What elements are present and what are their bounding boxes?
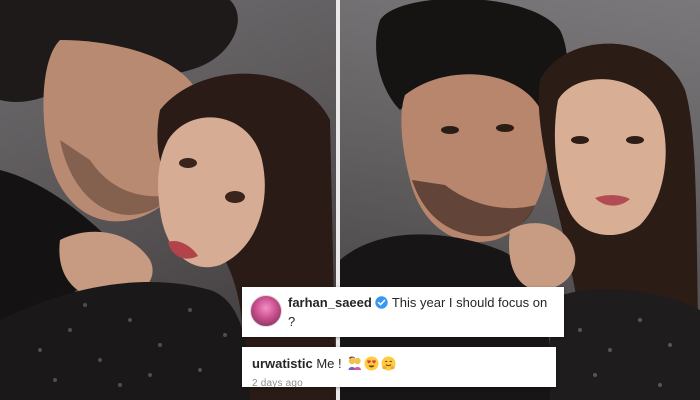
photo-left (0, 0, 336, 400)
heart-eyes-emoji-icon (364, 356, 379, 375)
reply-text-line: urwatistic Me ! (252, 355, 546, 375)
reply-text: Me ! (316, 356, 342, 371)
comment-card: farhan_saeed This year I should focus on … (242, 287, 564, 337)
verified-badge-icon (375, 296, 388, 313)
photo-couple-left-illustration (0, 0, 336, 400)
comment-username[interactable]: farhan_saeed (288, 295, 372, 310)
photo-right (340, 0, 700, 400)
screenshot-composite: farhan_saeed This year I should focus on … (0, 0, 700, 400)
hugging-face-emoji-icon (381, 356, 396, 375)
comment-text-line: farhan_saeed This year I should focus on … (288, 294, 554, 330)
couple-emoji-icon (347, 356, 362, 375)
reply-timestamp: 2 days ago (252, 378, 303, 387)
profile-avatar-icon[interactable] (250, 295, 282, 327)
photo-couple-right-illustration (340, 0, 700, 400)
reply-username[interactable]: urwatistic (252, 356, 313, 371)
reply-card: urwatistic Me ! 2 days ago (242, 347, 556, 387)
